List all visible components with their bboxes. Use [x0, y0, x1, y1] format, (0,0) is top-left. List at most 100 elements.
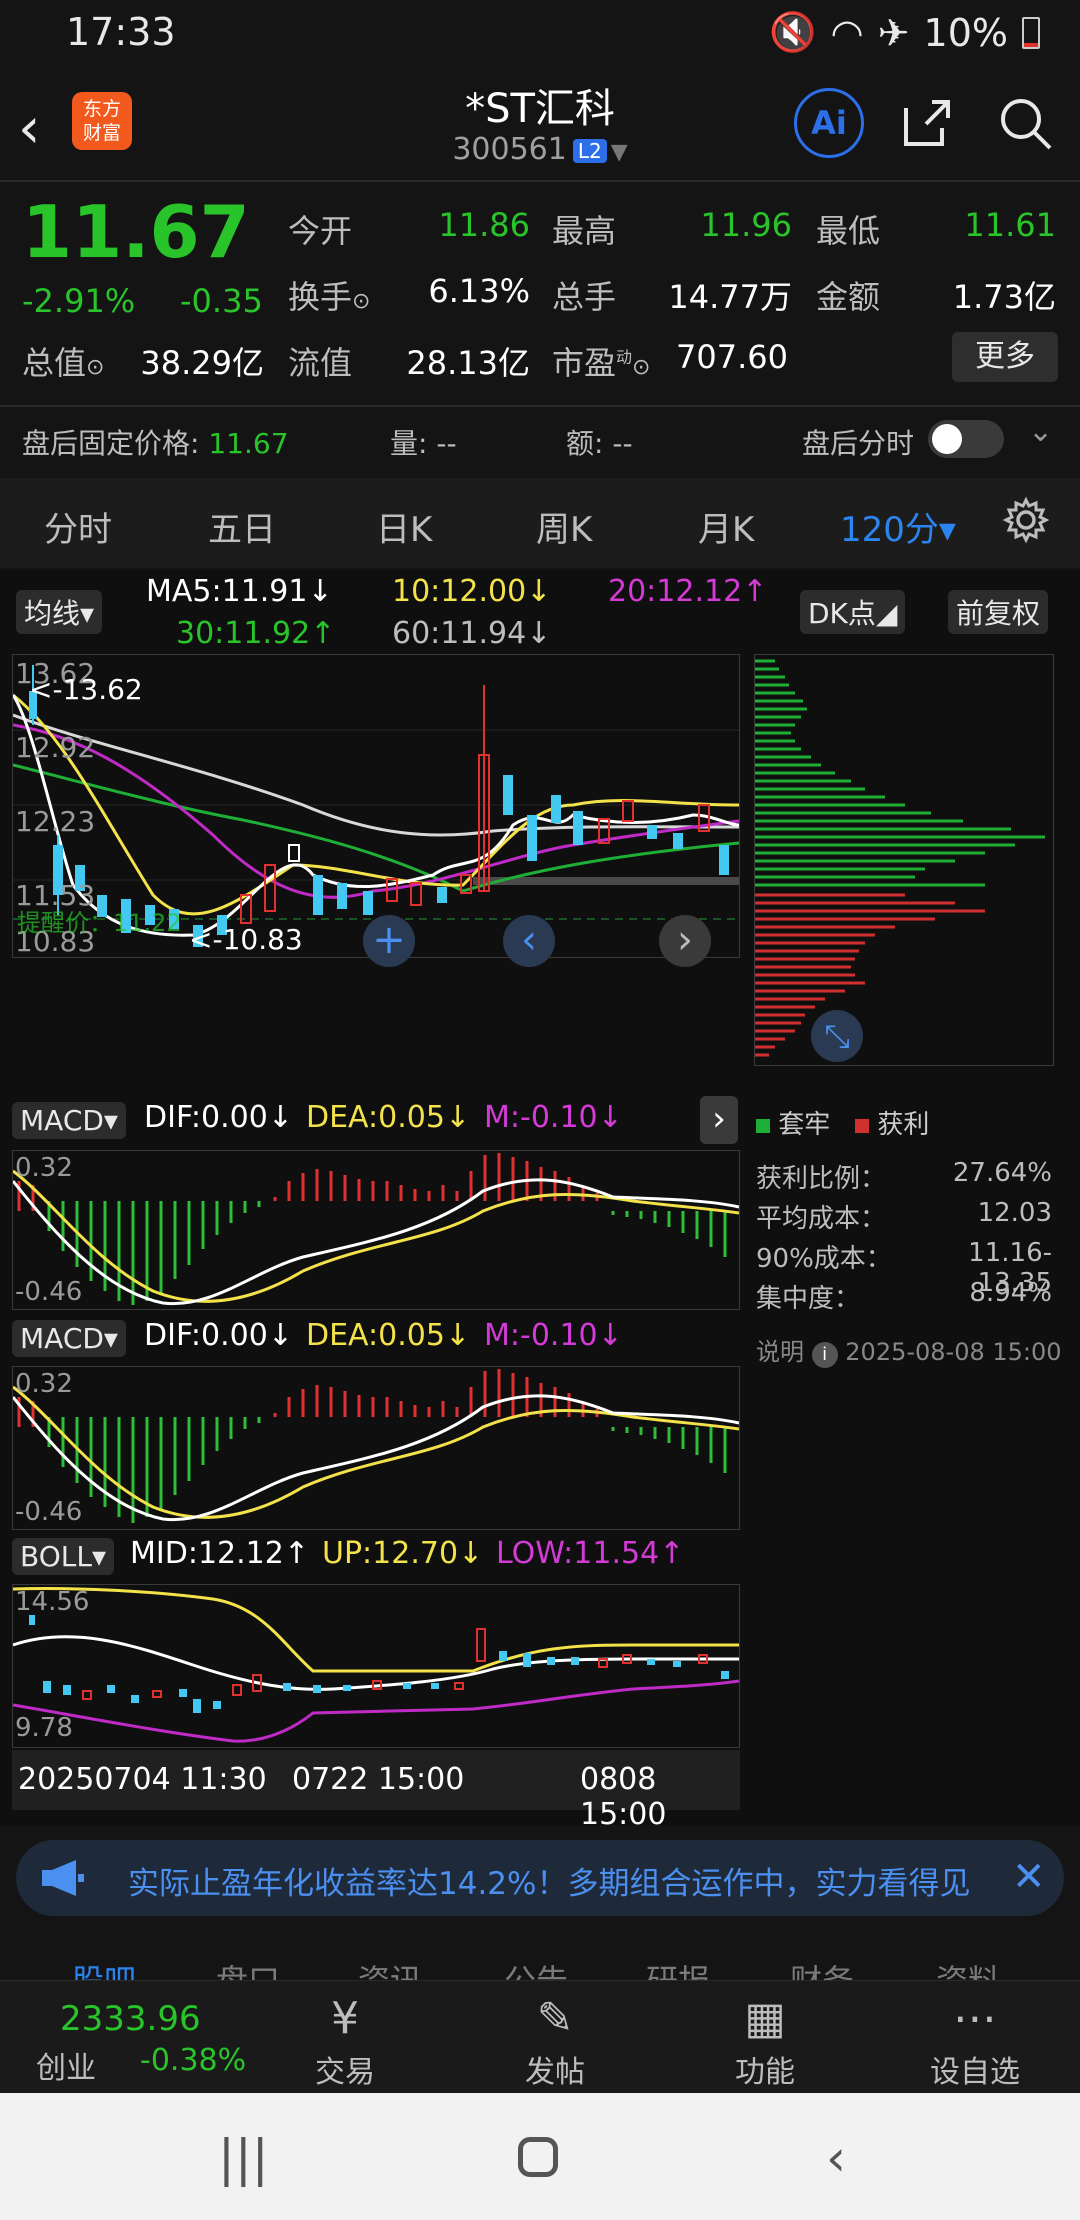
share-icon[interactable]: [892, 88, 962, 158]
tab-news[interactable]: 资讯: [358, 1956, 422, 1980]
tab-forum[interactable]: 股吧: [72, 1956, 136, 1980]
megaphone-icon: [38, 1856, 86, 1904]
macd-chart-2[interactable]: 0.32 -0.46: [12, 1366, 740, 1530]
ma10-value: 10:12.00↓: [392, 574, 552, 609]
tab-daily-k[interactable]: 日K: [376, 502, 432, 551]
macd-selector[interactable]: MACD▾: [12, 1102, 126, 1139]
tab-weekly-k[interactable]: 周K: [536, 502, 592, 551]
tab-order-book[interactable]: 盘口: [216, 1956, 280, 1980]
kline-chart[interactable]: 13.62 12.92 12.23 11.53 10.83 <-13.62 <-…: [12, 654, 740, 967]
recent-apps-icon[interactable]: |||: [218, 2129, 269, 2187]
after-volume: 量: --: [390, 427, 457, 460]
tab-announcements[interactable]: 公告: [504, 1956, 568, 1980]
edit-icon: ✎: [536, 1993, 574, 2044]
tab-profile[interactable]: 资料: [936, 1956, 1000, 1980]
legend-swatch-loss: [756, 1119, 770, 1133]
ma30-value: 30:11.92↑: [176, 616, 336, 651]
chip-distribution-chart[interactable]: ⤡: [754, 654, 1054, 1066]
alert-price-label: 提醒价：11.22: [17, 909, 182, 937]
chip-svg: [755, 659, 1045, 1057]
expand-icon[interactable]: ⤡: [811, 1010, 863, 1062]
ma-selector[interactable]: 均线▾: [16, 590, 103, 634]
back-nav-icon[interactable]: ‹: [826, 2129, 846, 2187]
y-label-min: -0.46: [15, 1277, 83, 1307]
volume-label: 总手: [552, 278, 617, 316]
mktcap-label[interactable]: 总值⊙: [22, 338, 104, 384]
dif-line: [13, 1178, 739, 1306]
more-button[interactable]: 更多: [952, 332, 1058, 382]
divider: [0, 180, 1080, 182]
chevron-right-icon[interactable]: ›: [700, 1096, 738, 1144]
boll-low-line: [13, 1679, 739, 1743]
status-icons: 🔇 ◠ ✈ 10%: [769, 10, 1040, 55]
after-hours-toggle[interactable]: [928, 420, 1004, 458]
scroll-right-button[interactable]: ›: [659, 915, 711, 967]
y-label-max: 0.32: [15, 1369, 73, 1399]
nav-functions[interactable]: ▦ 功能: [700, 1991, 830, 2091]
index-ticker[interactable]: 2333.96 创业 -0.38%: [20, 1985, 250, 2086]
settings-icon[interactable]: [1002, 496, 1050, 548]
nav-trade[interactable]: ¥ 交易: [280, 1991, 410, 2091]
status-bar: 17:33 🔇 ◠ ✈ 10%: [0, 0, 1080, 70]
macd-chart[interactable]: 0.32 -0.46: [12, 1150, 740, 1310]
tab-monthly-k[interactable]: 月K: [698, 502, 754, 551]
grid-icon: ▦: [744, 1993, 786, 2044]
scroll-left-button[interactable]: ‹: [503, 915, 555, 967]
x-label-mid: 0722 15:00: [292, 1762, 465, 1797]
turnover-label[interactable]: 换手⊙: [288, 272, 370, 318]
after-price: 11.67: [208, 427, 289, 460]
tab-five-day[interactable]: 五日: [208, 502, 276, 551]
chip-stat-label: 获利比例：: [756, 1164, 887, 1194]
nav-post[interactable]: ✎ 发帖: [490, 1991, 620, 2091]
min-marker: <-10.83: [189, 923, 303, 956]
macd-selector[interactable]: MACD▾: [12, 1320, 126, 1357]
period-tabs: 分时 五日 日K 周K 月K 120分▾: [0, 478, 1080, 568]
pe-value: 707.60: [676, 338, 788, 376]
chevron-down-icon[interactable]: ⌄: [1028, 414, 1053, 449]
dk-point-selector[interactable]: DK点◢: [800, 590, 906, 634]
chip-loss-bars: [755, 659, 1045, 887]
zoom-in-button[interactable]: +: [363, 915, 415, 967]
battery-level: 10%: [923, 10, 1008, 55]
y-label-max: 0.32: [15, 1153, 73, 1183]
close-icon[interactable]: ✕: [1012, 1854, 1046, 1900]
ma60-line: [13, 713, 739, 837]
quote-panel: 11.67 -2.91% -0.35 今开 11.86 最高 11.96 最低 …: [0, 190, 1080, 400]
promo-banner[interactable]: 实际止盈年化收益率达14.2%！多期组合运作中，实力看得见 ✕: [16, 1840, 1064, 1916]
header-actions: Ai: [794, 88, 1060, 158]
search-icon[interactable]: [990, 88, 1060, 158]
turnover-value: 6.13%: [428, 272, 530, 310]
boll-mid-value: MID:12.12↑: [130, 1536, 309, 1571]
tab-research[interactable]: 研报: [646, 1956, 710, 1980]
amount-label: 金额: [816, 278, 881, 316]
chip-note[interactable]: 说明 i 2025-08-08 15:00: [756, 1332, 1062, 1368]
x-axis: 20250704 11:30 0722 15:00 0808 15:00: [12, 1750, 740, 1832]
dea-line: [13, 1169, 739, 1303]
high-value: 11.96: [700, 206, 792, 244]
dif-value: DIF:0.00↓: [144, 1100, 293, 1135]
boll-svg: [13, 1587, 739, 1743]
sub-tabs: 股吧 盘口 资讯 公告 研报 财务 资料: [0, 1930, 1080, 1980]
wifi-icon: ◠: [830, 10, 864, 55]
boll-chart[interactable]: 14.56 9.78: [12, 1584, 740, 1748]
adjust-selector[interactable]: 前复权: [948, 590, 1049, 634]
ma20-line: [13, 723, 739, 899]
banner-text: 实际止盈年化收益率达14.2%！多期组合运作中，实力看得见: [128, 1866, 971, 1902]
change-amount: -0.35: [180, 282, 263, 320]
float-cap-value: 28.13亿: [406, 344, 530, 382]
volume-value: 14.77万: [668, 278, 792, 316]
after-price-label: 盘后固定价格: 11.67: [22, 427, 289, 460]
tab-timeshare[interactable]: 分时: [44, 502, 112, 551]
home-icon[interactable]: [518, 2137, 558, 2177]
tab-120min[interactable]: 120分▾: [840, 502, 956, 551]
pe-label[interactable]: 市盈动⊙: [552, 338, 650, 384]
tab-financials[interactable]: 财务: [790, 1956, 854, 1980]
nav-add-watchlist[interactable]: ⋯ 设自选: [910, 1991, 1040, 2091]
ai-button[interactable]: Ai: [794, 88, 864, 158]
dea-line: [13, 1385, 739, 1519]
macd-svg: [13, 1369, 739, 1523]
boll-selector[interactable]: BOLL▾: [12, 1538, 115, 1575]
info-icon: ⊙: [352, 289, 371, 314]
float-cap-label: 流值: [288, 344, 353, 382]
open-label: 今开: [288, 212, 353, 250]
